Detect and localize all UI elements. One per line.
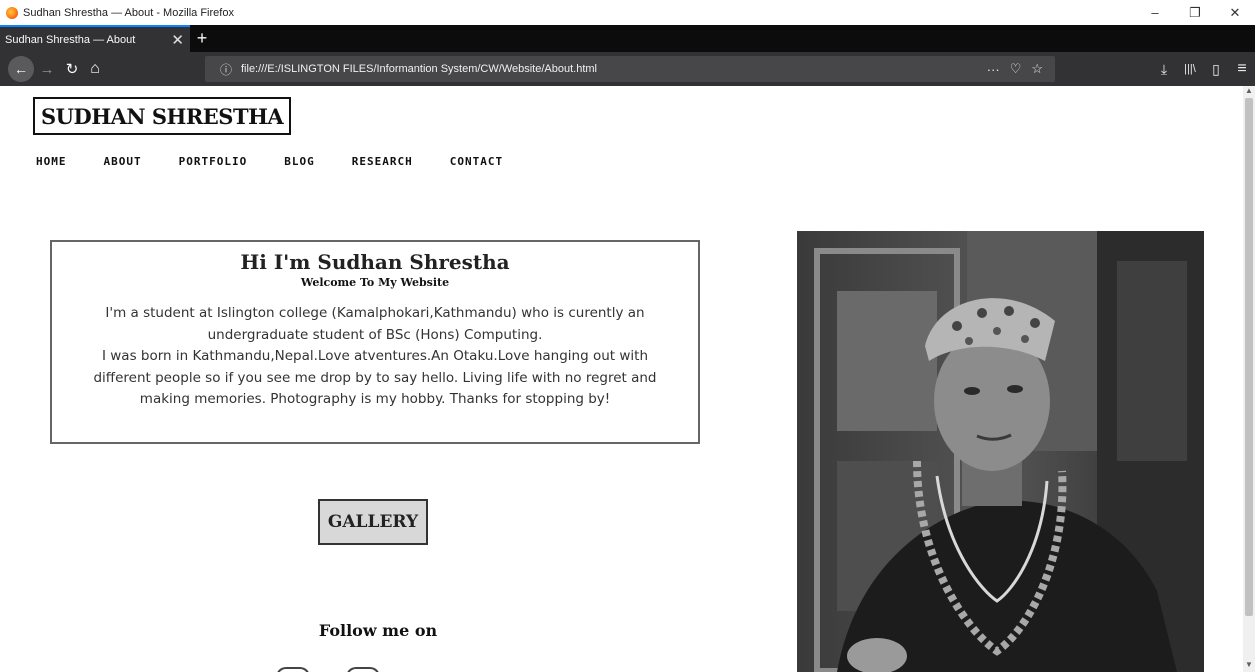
menu-icon[interactable]: ≡: [1229, 60, 1255, 78]
scroll-thumb[interactable]: [1245, 98, 1253, 616]
tab-label: Sudhan Shrestha — About: [5, 33, 136, 46]
address-bar[interactable]: ⓘ file:///E:/ISLINGTON FILES/Informantio…: [205, 56, 1055, 82]
nav-link-home[interactable]: HOME: [36, 155, 67, 168]
nav-link-portfolio[interactable]: PORTFOLIO: [179, 155, 248, 168]
reload-button[interactable]: ↻: [60, 52, 84, 86]
scroll-down-icon[interactable]: ▼: [1243, 660, 1255, 672]
social-link-icon[interactable]: [346, 667, 380, 672]
url-text[interactable]: file:///E:/ISLINGTON FILES/Informantion …: [241, 63, 597, 75]
window-title: Sudhan Shrestha — About - Mozilla Firefo…: [23, 6, 234, 19]
tab-close-icon[interactable]: ✕: [171, 31, 184, 49]
page-viewport: SUDHAN SHRESTHA HOME ABOUT PORTFOLIO BLO…: [0, 86, 1243, 672]
nav-link-blog[interactable]: BLOG: [284, 155, 315, 168]
intro-box: Hi I'm Sudhan Shrestha Welcome To My Web…: [50, 240, 700, 444]
sidebar-icon[interactable]: ▯: [1203, 61, 1229, 78]
downloads-icon[interactable]: ⤓: [1151, 61, 1177, 78]
social-link-icon[interactable]: [276, 667, 310, 672]
maximize-button[interactable]: ❐: [1175, 0, 1215, 25]
profile-photo-illustration: [797, 231, 1204, 672]
intro-paragraph: I'm a student at Islington college (Kama…: [84, 303, 666, 411]
firefox-logo-icon: [6, 6, 18, 19]
url-actions: ··· ♡ ☆: [987, 56, 1043, 82]
profile-photo: [797, 231, 1204, 672]
page-scrollbar[interactable]: ▲ ▼: [1243, 86, 1255, 672]
scroll-up-icon[interactable]: ▲: [1243, 86, 1255, 98]
tab-strip: Sudhan Shrestha — About ✕ +: [0, 25, 1255, 52]
minimize-button[interactable]: –: [1135, 0, 1175, 25]
intro-paragraph-1: I'm a student at Islington college (Kama…: [105, 305, 645, 343]
nav-link-research[interactable]: RESEARCH: [352, 155, 413, 168]
intro-paragraph-2: I was born in Kathmandu,Nepal.Love atven…: [93, 348, 657, 407]
follow-title: Follow me on: [318, 621, 438, 640]
nav-toolbar: ← → ↻ ⌂ ⓘ file:///E:/ISLINGTON FILES/Inf…: [0, 52, 1255, 86]
back-button[interactable]: ←: [8, 56, 34, 82]
library-icon[interactable]: |||\: [1177, 63, 1203, 75]
toolbar-right: ⤓ |||\ ▯ ≡: [1151, 52, 1255, 86]
bookmark-star-icon[interactable]: ☆: [1031, 61, 1043, 77]
window-controls: – ❐ ✕: [1135, 0, 1255, 25]
site-logo[interactable]: SUDHAN SHRESTHA: [33, 97, 292, 135]
site-nav: HOME ABOUT PORTFOLIO BLOG RESEARCH CONTA…: [36, 155, 540, 168]
forward-button[interactable]: →: [34, 52, 60, 86]
social-icons: [276, 667, 380, 672]
nav-link-about[interactable]: ABOUT: [104, 155, 142, 168]
window-titlebar: Sudhan Shrestha — About - Mozilla Firefo…: [0, 0, 1255, 25]
gallery-button[interactable]: GALLERY: [318, 499, 428, 545]
intro-title: Hi I'm Sudhan Shrestha: [240, 250, 510, 274]
intro-subtitle: Welcome To My Website: [300, 276, 450, 289]
home-button[interactable]: ⌂: [84, 52, 106, 86]
new-tab-button[interactable]: +: [190, 25, 214, 52]
site-info-icon[interactable]: ⓘ: [215, 61, 237, 78]
pocket-icon[interactable]: ♡: [1010, 61, 1022, 77]
page-actions-icon[interactable]: ···: [987, 62, 1000, 77]
tab-about[interactable]: Sudhan Shrestha — About ✕: [0, 25, 190, 52]
nav-link-contact[interactable]: CONTACT: [450, 155, 503, 168]
close-window-button[interactable]: ✕: [1215, 0, 1255, 25]
